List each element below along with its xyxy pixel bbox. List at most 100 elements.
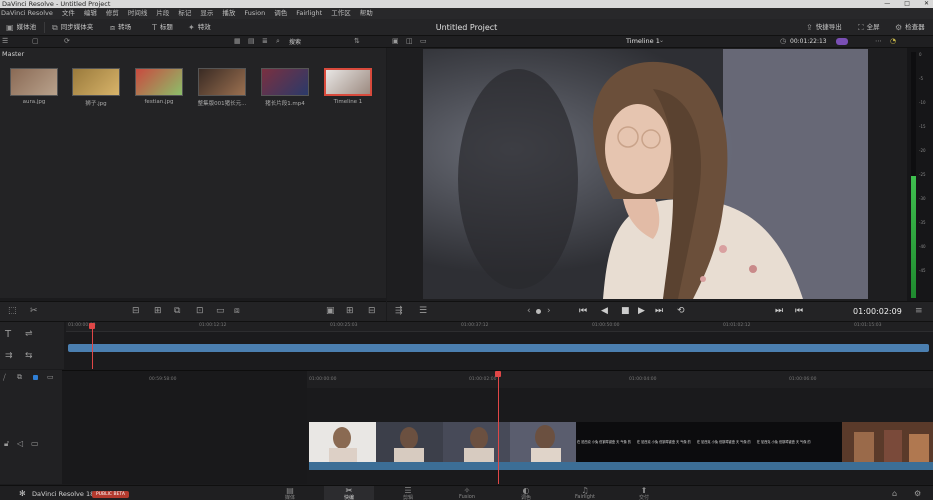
menu-item[interactable]: 调色 — [274, 8, 287, 19]
jog-right-icon[interactable]: › — [547, 307, 551, 316]
upper-timeline-clip[interactable] — [68, 344, 929, 352]
media-clip[interactable]: aura.jpg — [8, 68, 60, 105]
lower-playhead[interactable] — [498, 375, 499, 484]
color-space-badge[interactable] — [836, 38, 848, 45]
ripple-icon[interactable]: ⧈ — [234, 307, 240, 316]
chevron-down-icon[interactable]: ⌄ — [659, 38, 664, 44]
menu-item[interactable]: Fairlight — [296, 8, 322, 19]
home-icon[interactable]: ⌂ — [892, 490, 897, 498]
page-tab[interactable]: ✂ 快编 — [324, 486, 374, 500]
page-tab[interactable]: ◐ 调色 — [501, 486, 551, 500]
menu-item[interactable]: 时间线 — [128, 8, 148, 19]
media-clip[interactable]: festian.jpg — [133, 68, 185, 105]
upper-playhead[interactable] — [92, 326, 93, 369]
transitions-button[interactable]: ⧈ 转场 — [110, 19, 131, 36]
menu-item[interactable]: 文件 — [62, 8, 75, 19]
effects-button[interactable]: ✦ 特效 — [188, 19, 211, 36]
upper-playhead-handle[interactable] — [89, 323, 95, 329]
media-pool-button[interactable]: ▣ 媒体池 — [6, 19, 36, 36]
timeline-options-icon[interactable]: ☰ — [419, 307, 427, 316]
play-reverse-icon[interactable]: ◀ — [601, 307, 608, 316]
titles-button[interactable]: T 标题 — [152, 19, 173, 36]
audio-clip-strip[interactable] — [309, 462, 933, 470]
media-clip[interactable]: 猪长片段1.mp4 — [259, 68, 311, 107]
menu-icon[interactable]: ≡ — [915, 307, 923, 316]
quick-export-button[interactable]: ⇪ 快捷导出 — [806, 19, 842, 36]
speaker-icon[interactable]: ◁ — [17, 440, 23, 448]
track-lock-icon[interactable]: ⧉ — [17, 374, 22, 381]
lower-playhead-handle[interactable] — [495, 371, 501, 377]
menu-item[interactable]: 修剪 — [106, 8, 119, 19]
menu-item[interactable]: 工作区 — [331, 8, 351, 19]
video-frame[interactable] — [423, 49, 868, 299]
replace-clip-icon[interactable]: ⧉ — [174, 307, 180, 316]
settings-icon[interactable]: ⚙ — [914, 490, 921, 498]
menu-item[interactable]: 播放 — [222, 8, 235, 19]
snapping-icon[interactable]: ⇶ — [395, 307, 403, 316]
place-on-top-icon[interactable]: ⊡ — [196, 307, 204, 316]
menu-item[interactable]: 标记 — [178, 8, 191, 19]
dual-viewer-icon[interactable]: ◫ — [406, 38, 413, 45]
menu-item[interactable]: Fusion — [244, 8, 265, 19]
viewer-mode-icon[interactable]: ▣ — [392, 38, 399, 45]
new-bin-icon[interactable]: ▢ — [32, 38, 39, 45]
timeline-selector[interactable]: Timeline 1 — [626, 37, 660, 45]
media-clip[interactable]: 整集版001猪长元... — [196, 68, 248, 107]
bypass-icon[interactable]: ◔ — [890, 38, 896, 45]
page-tab[interactable]: ☰ 剪辑 — [383, 486, 433, 500]
insert-clip-icon[interactable]: ⊟ — [132, 307, 140, 316]
close-button[interactable]: ✕ — [924, 0, 929, 8]
position-icon[interactable]: ⊟ — [368, 307, 376, 316]
track-color-icon[interactable] — [33, 375, 38, 380]
page-tab[interactable]: ✧ Fusion — [442, 486, 492, 500]
track-monitor-icon[interactable]: ▭ — [47, 374, 54, 381]
link-icon[interactable]: ⧸ — [3, 374, 6, 382]
jog-left-icon[interactable]: ‹ — [527, 307, 531, 316]
menu-item[interactable]: 片段 — [156, 8, 169, 19]
menu-item[interactable]: 显示 — [200, 8, 213, 19]
video-clip-strip[interactable]: 在 尼西克 小兔 但钢琴键盘 天 气像 的 在 尼西克 小兔 但钢琴键盘 天 气… — [309, 422, 933, 462]
next-edit-icon[interactable]: ⏮ — [795, 307, 803, 316]
menu-item[interactable]: 编辑 — [84, 8, 97, 19]
go-to-end-icon[interactable]: ⏭ — [655, 307, 663, 316]
search-icon[interactable]: ⌕ — [276, 38, 280, 45]
razor-icon[interactable]: ✂ — [30, 307, 38, 316]
menu-item[interactable]: DaVinci Resolve — [1, 8, 53, 19]
grid-view-icon[interactable]: ▦ — [234, 38, 241, 45]
single-viewer-icon[interactable]: ▭ — [420, 38, 427, 45]
page-tab[interactable]: ▤ 媒体 — [265, 486, 315, 500]
edit-tools-icon[interactable]: ⬚ — [8, 307, 17, 316]
close-up-icon[interactable]: ⊞ — [346, 307, 354, 316]
track-settings-icon[interactable]: ⇌ — [25, 330, 33, 339]
viewer-options-icon[interactable]: ⋯ — [875, 38, 882, 45]
page-tab[interactable]: ♫ Fairlight — [560, 486, 610, 500]
go-to-start-icon[interactable]: ⏮ — [579, 307, 587, 316]
inspector-button[interactable]: ⚙ 检查器 — [895, 19, 925, 36]
search-label[interactable]: 搜索 — [289, 37, 301, 46]
prev-edit-icon[interactable]: ⏭ — [775, 307, 783, 316]
menu-item[interactable]: 帮助 — [360, 8, 373, 19]
jog-dial[interactable] — [536, 309, 541, 314]
track-title-icon[interactable]: T — [5, 330, 11, 340]
track-zoom-icon[interactable]: ⇆ — [25, 352, 33, 361]
overwrite-clip-icon[interactable]: ⊞ — [154, 307, 162, 316]
stop-icon[interactable]: ■ — [621, 307, 630, 316]
play-icon[interactable]: ▶ — [638, 307, 645, 316]
append-clip-icon[interactable]: ▭ — [216, 307, 225, 316]
minimize-button[interactable]: — — [884, 0, 890, 8]
source-tape-icon[interactable]: ▣ — [326, 307, 335, 316]
thumb-view-icon[interactable]: ▤ — [248, 38, 255, 45]
sync-bin-button[interactable]: ⧉ 同步媒体夹 — [52, 19, 93, 36]
maximize-button[interactable]: □ — [904, 0, 910, 8]
loop-icon[interactable]: ⟲ — [677, 307, 685, 316]
sort-icon[interactable]: ⇅ — [354, 38, 360, 45]
media-clip[interactable]: 狮子.jpg — [70, 68, 122, 107]
media-clip[interactable]: Timeline 1 — [322, 68, 374, 105]
track-audio-icon[interactable]: ⇉ — [5, 352, 13, 361]
sync-icon[interactable]: ⟳ — [64, 38, 70, 45]
page-tab[interactable]: ⬆ 交付 — [619, 486, 669, 500]
video-track-icon[interactable]: ▭ — [31, 440, 39, 448]
list-view-icon[interactable]: ☰ — [2, 38, 8, 45]
lock-icon[interactable]: 🔓︎ — [4, 440, 9, 448]
metadata-view-icon[interactable]: ≣ — [262, 38, 268, 45]
